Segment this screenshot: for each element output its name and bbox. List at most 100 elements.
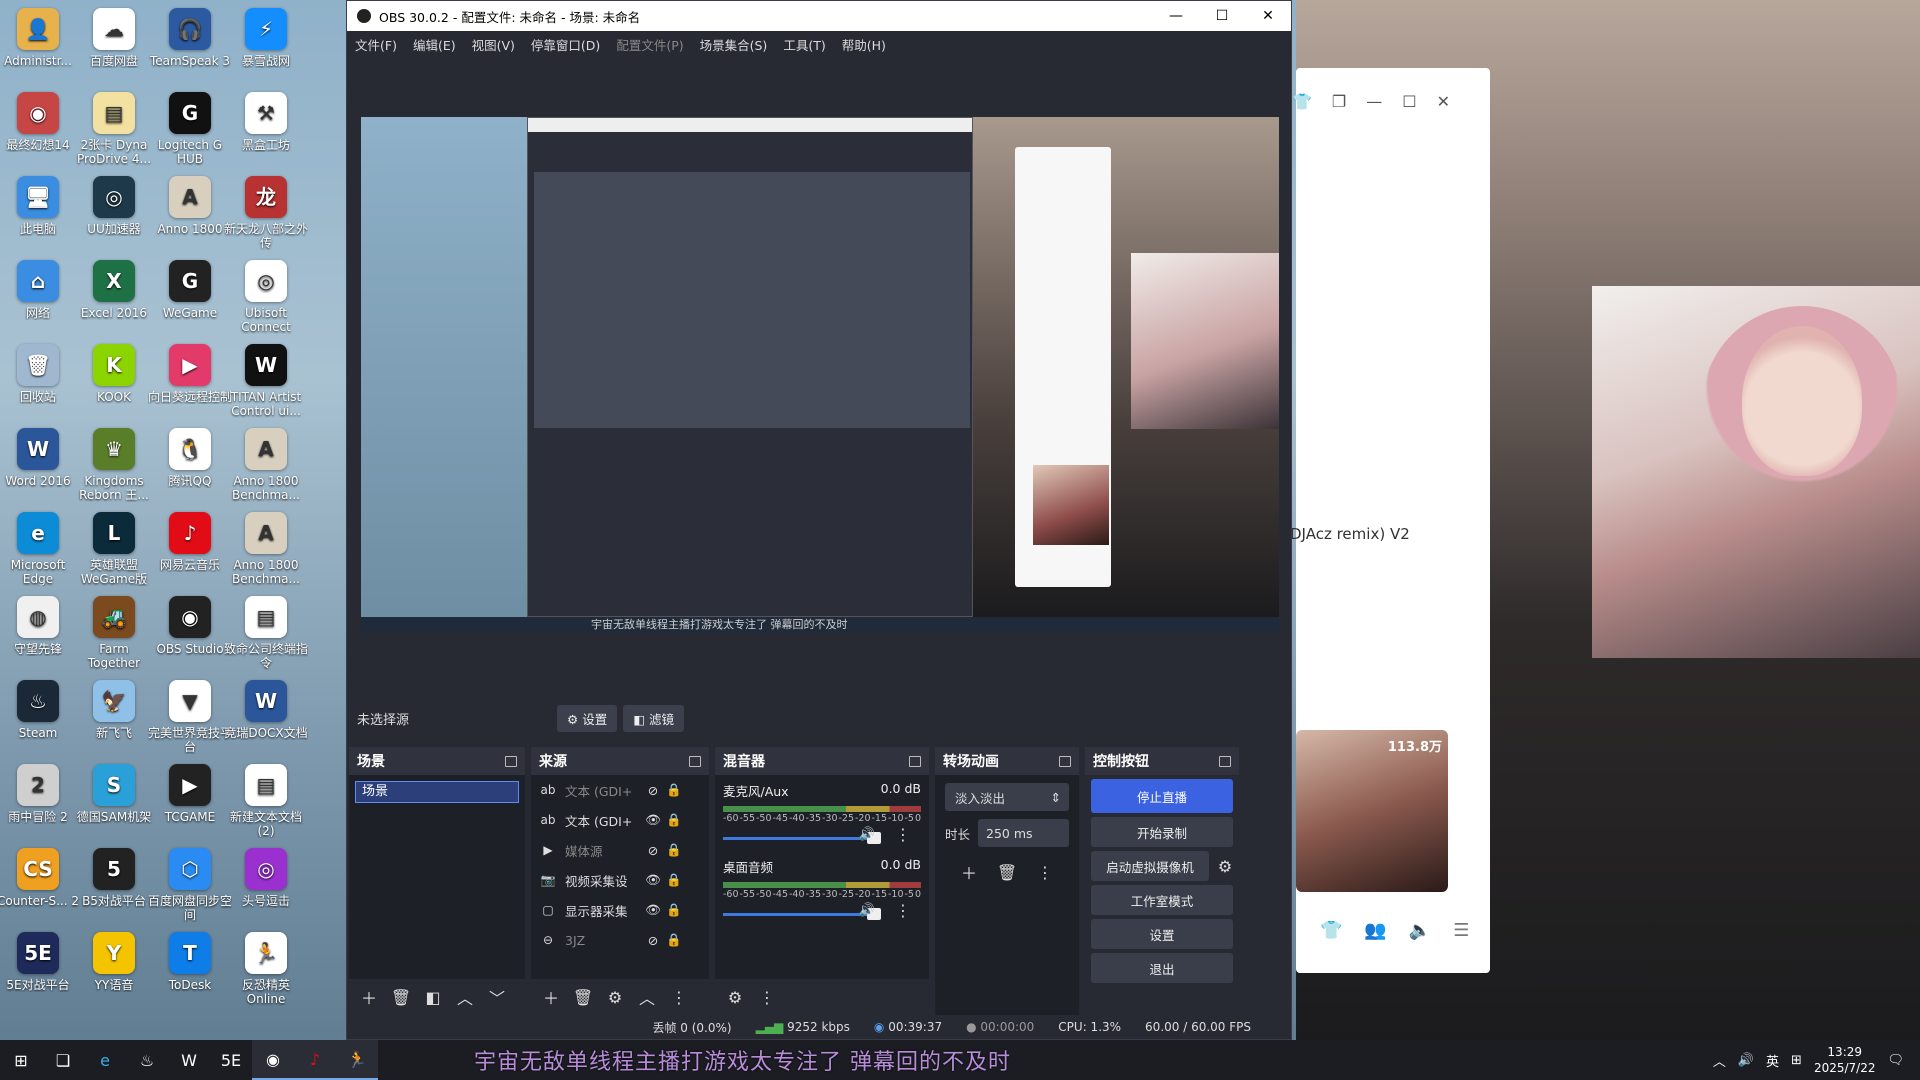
- advanced-audio-button[interactable]: ⚙: [721, 984, 749, 1010]
- desktop-icon[interactable]: 🖥 此电脑: [0, 172, 80, 256]
- eye-off-icon[interactable]: ⊘: [643, 843, 663, 858]
- desktop-icon[interactable]: X Excel 2016: [72, 256, 156, 340]
- duration-input[interactable]: 250 ms: [978, 819, 1069, 847]
- lock-icon[interactable]: 🔒: [663, 812, 685, 828]
- maximize-button[interactable]: ☐: [1199, 8, 1245, 24]
- desktop-icon[interactable]: ♪ 网易云音乐: [148, 508, 232, 592]
- desktop-icon[interactable]: ⌂ 网络: [0, 256, 80, 340]
- source-row[interactable]: 📷 视频采集设 👁 🔒: [531, 865, 709, 895]
- restore-icon[interactable]: ❐: [1332, 92, 1346, 111]
- eye-off-icon[interactable]: ⊘: [643, 933, 663, 948]
- desktop-icon[interactable]: W 竞瑞DOCX文档: [224, 676, 308, 760]
- desktop-icon[interactable]: ⚡ 暴雪战网: [224, 4, 308, 88]
- menu-file[interactable]: 文件(F): [355, 35, 397, 54]
- float-icon[interactable]: [1219, 755, 1231, 767]
- minimize-button[interactable]: —: [1153, 8, 1199, 24]
- volume-icon[interactable]: 🔊: [1738, 1053, 1754, 1068]
- start-virtualcam-button[interactable]: 启动虚拟摄像机: [1091, 851, 1209, 881]
- desktop-icon[interactable]: ◎ 头号逗击: [224, 844, 308, 928]
- desktop-icon[interactable]: ◎ UU加速器: [72, 172, 156, 256]
- desktop-icon[interactable]: e Microsoft Edge: [0, 508, 80, 592]
- move-up-button[interactable]: ︿: [451, 984, 479, 1010]
- desktop-icon[interactable]: G WeGame: [148, 256, 232, 340]
- menu-edit[interactable]: 编辑(E): [413, 35, 456, 54]
- desktop-icon[interactable]: 2 雨中冒险 2: [0, 760, 80, 844]
- desktop-icon[interactable]: ⬡ 百度网盘同步空间: [148, 844, 232, 928]
- more-options-button[interactable]: ⋮: [665, 984, 693, 1010]
- desktop-icon[interactable]: ▤ 新建文本文档 (2): [224, 760, 308, 844]
- add-source-button[interactable]: ＋: [537, 984, 565, 1010]
- maximize-icon[interactable]: ☐: [1402, 92, 1416, 111]
- source-row[interactable]: ab 文本 (GDI+ ⊘ 🔒: [531, 775, 709, 805]
- eye-off-icon[interactable]: ⊘: [643, 783, 663, 798]
- menu-tools[interactable]: 工具(T): [783, 35, 825, 54]
- desktop-icon[interactable]: 5E 5E对战平台: [0, 928, 80, 1012]
- scene-item[interactable]: 场景: [355, 781, 519, 803]
- speaker-icon[interactable]: 🔈: [1409, 920, 1431, 941]
- list-icon[interactable]: ☰: [1453, 920, 1469, 941]
- obs-icon[interactable]: ◉: [252, 1040, 294, 1080]
- minimize-icon[interactable]: —: [1366, 92, 1382, 111]
- steam-icon[interactable]: ♨: [126, 1040, 168, 1080]
- desktop-icon[interactable]: ◎ Ubisoft Connect: [224, 256, 308, 340]
- task-view-icon[interactable]: ❏: [42, 1040, 84, 1080]
- desktop-icon[interactable]: W TITAN Artist Control ui...: [224, 340, 308, 424]
- desktop-icon[interactable]: CS Counter-S... 2: [0, 844, 80, 928]
- desktop-icon[interactable]: 🎧 TeamSpeak 3: [148, 4, 232, 88]
- desktop-icon[interactable]: ▤ 2张卡 Dyna ProDrive 4...: [72, 88, 156, 172]
- source-properties-button[interactable]: ⚙: [601, 984, 629, 1010]
- counter-strike-icon[interactable]: 🏃: [336, 1040, 378, 1080]
- remove-source-button[interactable]: 🗑: [569, 984, 597, 1010]
- desktop-icon[interactable]: 5 B5对战平台: [72, 844, 156, 928]
- source-filters-button[interactable]: ◧ 滤镜: [623, 704, 685, 732]
- preview-canvas[interactable]: 宇宙无敌单线程主播打游戏太专注了 弹幕回的不及时: [361, 117, 1279, 633]
- desktop-icon[interactable]: ♛ Kingdoms Reborn 王...: [72, 424, 156, 508]
- start-recording-button[interactable]: 开始录制: [1091, 817, 1233, 847]
- gift-thumbnail[interactable]: 113.8万: [1296, 730, 1448, 892]
- desktop-icon[interactable]: ◉ OBS Studio: [148, 592, 232, 676]
- eye-icon[interactable]: 👁: [643, 872, 663, 888]
- desktop-icon[interactable]: 🚜 Farm Together: [72, 592, 156, 676]
- notification-icon[interactable]: 🗨: [1887, 1053, 1904, 1068]
- edge-icon[interactable]: e: [84, 1040, 126, 1080]
- more-options-button[interactable]: ⋮: [753, 984, 781, 1010]
- remove-transition-button[interactable]: 🗑: [993, 859, 1021, 885]
- desktop-icon[interactable]: ▶ 向日葵远程控制: [148, 340, 232, 424]
- settings-button[interactable]: 设置: [1091, 919, 1233, 949]
- desktop-icon[interactable]: 👤 Administr...: [0, 4, 80, 88]
- float-icon[interactable]: [689, 755, 701, 767]
- studio-mode-button[interactable]: 工作室模式: [1091, 885, 1233, 915]
- desktop-icon[interactable]: A Anno 1800 Benchma...: [224, 508, 308, 592]
- more-options-icon[interactable]: ⋮: [895, 825, 911, 844]
- desktop-icon[interactable]: ⚒ 黑盒工坊: [224, 88, 308, 172]
- desktop-icon[interactable]: A Anno 1800: [148, 172, 232, 256]
- titan-icon[interactable]: W: [168, 1040, 210, 1080]
- close-icon[interactable]: ✕: [1437, 92, 1450, 111]
- lock-icon[interactable]: 🔒: [663, 902, 685, 918]
- menu-view[interactable]: 视图(V): [472, 35, 515, 54]
- source-row[interactable]: ab 文本 (GDI+ 👁 🔒: [531, 805, 709, 835]
- source-settings-button[interactable]: ⚙ 设置: [557, 704, 618, 732]
- float-icon[interactable]: [505, 755, 517, 767]
- desktop-icon[interactable]: A Anno 1800 Benchma...: [224, 424, 308, 508]
- shirt-icon[interactable]: 👕: [1292, 92, 1312, 111]
- eye-icon[interactable]: 👁: [643, 812, 663, 828]
- transition-select[interactable]: 淡入淡出 ⇕: [945, 783, 1069, 811]
- move-up-button[interactable]: ︿: [633, 984, 661, 1010]
- virtualcam-settings-icon[interactable]: ⚙: [1211, 853, 1239, 879]
- desktop-icon[interactable]: ☁ 百度网盘: [72, 4, 156, 88]
- clock[interactable]: 13:29 2025/7/22: [1814, 1044, 1876, 1076]
- desktop-icon[interactable]: S 德国SAM机架: [72, 760, 156, 844]
- desktop-icon[interactable]: K KOOK: [72, 340, 156, 424]
- desktop-icon[interactable]: ◉ 最终幻想14: [0, 88, 80, 172]
- add-transition-button[interactable]: ＋: [955, 859, 983, 885]
- netease-music-icon[interactable]: ♪: [294, 1040, 336, 1080]
- close-button[interactable]: ✕: [1245, 8, 1291, 24]
- windows-start-icon[interactable]: ⊞: [0, 1040, 42, 1080]
- desktop-icon[interactable]: 🏃 反恐精英 Online: [224, 928, 308, 1012]
- desktop-icon[interactable]: T ToDesk: [148, 928, 232, 1012]
- remove-scene-button[interactable]: 🗑: [387, 984, 415, 1010]
- desktop-icon[interactable]: ◍ 守望先锋: [0, 592, 80, 676]
- source-row[interactable]: ⊖ 3JZ ⊘ 🔒: [531, 925, 709, 955]
- float-icon[interactable]: [909, 755, 921, 767]
